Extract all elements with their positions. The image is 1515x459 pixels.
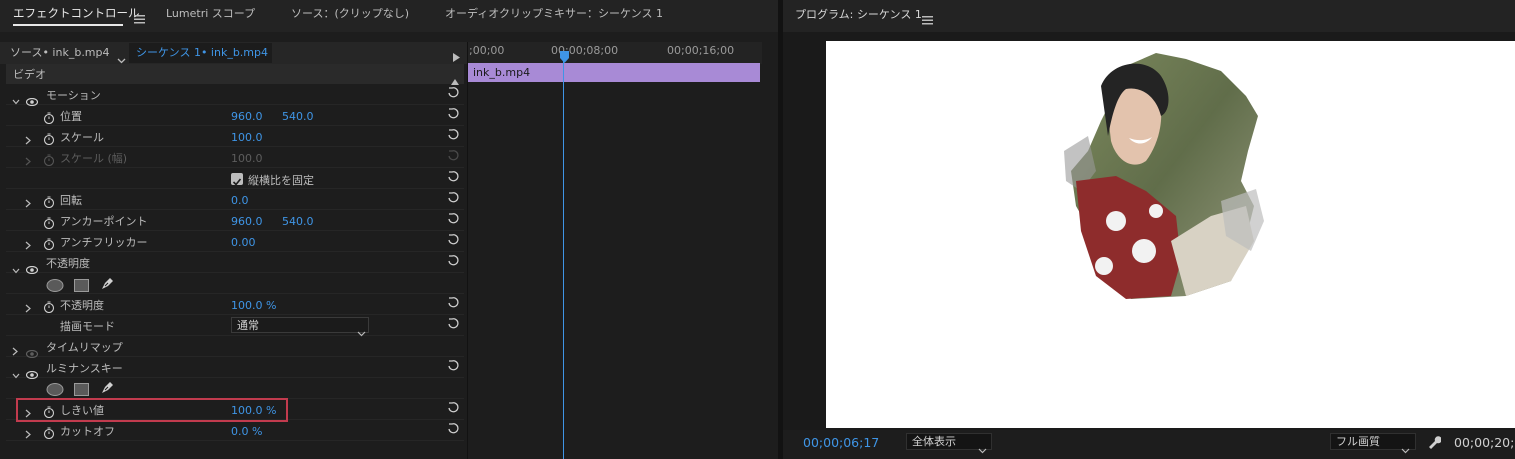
cutoff-label: カットオフ xyxy=(60,425,115,438)
scale-width-label: スケール (幅) xyxy=(60,152,128,165)
rotation-value[interactable]: 0.0 xyxy=(231,195,249,206)
scale-label: スケール xyxy=(60,131,104,144)
time-remap-effect-name: タイムリマップ xyxy=(46,341,123,354)
antiflicker-label: アンチフリッカー xyxy=(60,236,148,249)
tab-lumetri-scopes[interactable]: Lumetri スコープ xyxy=(166,8,255,19)
active-tab-underline xyxy=(13,24,123,26)
playhead-timecode[interactable]: 00;00;06;17 xyxy=(803,435,879,450)
duration-timecode: 00;00;20; xyxy=(1454,435,1515,450)
position-label: 位置 xyxy=(60,110,82,123)
opacity-value[interactable]: 100.0 % xyxy=(231,300,276,311)
video-section-header xyxy=(6,64,464,84)
tab-effect-controls[interactable]: エフェクトコントロール xyxy=(13,7,140,20)
rotation-label: 回転 xyxy=(60,194,82,207)
wrench-icon[interactable] xyxy=(1427,434,1442,453)
ruler-label-start: ;00;00 xyxy=(469,44,505,57)
luminance-key-effect-name: ルミナンスキー xyxy=(46,362,123,375)
anchor-label: アンカーポイント xyxy=(60,215,148,228)
antiflicker-value[interactable]: 0.00 xyxy=(231,237,256,248)
chevron-down-icon xyxy=(1401,439,1410,458)
keyed-video-image xyxy=(1064,53,1264,299)
video-frame[interactable] xyxy=(826,41,1515,428)
position-y-value[interactable]: 540.0 xyxy=(282,111,314,122)
highlight-box xyxy=(16,398,288,422)
ruler-label-16s: 00;00;16;00 xyxy=(667,44,735,57)
opacity-effect-name: 不透明度 xyxy=(46,257,90,270)
scale-width-value: 100.0 xyxy=(231,152,263,165)
pen-mask-icon[interactable] xyxy=(100,379,116,399)
panel-menu-icon[interactable] xyxy=(134,9,145,24)
chevron-right-icon[interactable] xyxy=(25,424,31,443)
uniform-scale-label: 縦横比を固定 xyxy=(248,174,314,187)
anchor-x-value[interactable]: 960.0 xyxy=(231,216,263,227)
timeline-divider xyxy=(467,42,468,459)
zoom-select-value: 全体表示 xyxy=(912,435,956,448)
position-x-value[interactable]: 960.0 xyxy=(231,111,263,122)
motion-effect-name: モーション xyxy=(46,89,101,102)
uniform-scale-checkbox[interactable] xyxy=(231,173,243,186)
source-clip-label[interactable]: ソース• ink_b.mp4 xyxy=(10,47,110,58)
stopwatch-icon[interactable] xyxy=(43,424,55,443)
tab-audio-clip-mixer[interactable]: オーディオクリップミキサー：シーケンス 1 xyxy=(445,8,663,19)
cutoff-value[interactable]: 0.0 % xyxy=(231,426,262,437)
tab-source[interactable]: ソース：(クリップなし) xyxy=(291,8,409,19)
panel-menu-icon[interactable] xyxy=(922,10,933,25)
chevron-down-icon xyxy=(978,439,987,458)
opacity-label: 不透明度 xyxy=(60,299,104,312)
reset-column xyxy=(446,84,460,444)
video-section-label: ビデオ xyxy=(13,68,46,81)
quality-select-value: フル画質 xyxy=(1336,435,1380,448)
sequence-clip-label[interactable]: シーケンス 1• ink_b.mp4 xyxy=(136,47,268,58)
playhead-line xyxy=(563,58,564,459)
blend-mode-value: 通常 xyxy=(237,319,259,332)
scale-value[interactable]: 100.0 xyxy=(231,132,263,143)
tab-program[interactable]: プログラム: シーケンス 1 xyxy=(795,9,922,20)
blend-mode-label: 描画モード xyxy=(60,320,115,333)
clip-bar-label: ink_b.mp4 xyxy=(473,66,531,79)
playhead-handle[interactable] xyxy=(560,48,569,67)
pen-mask-icon[interactable] xyxy=(100,275,116,295)
anchor-y-value[interactable]: 540.0 xyxy=(282,216,314,227)
